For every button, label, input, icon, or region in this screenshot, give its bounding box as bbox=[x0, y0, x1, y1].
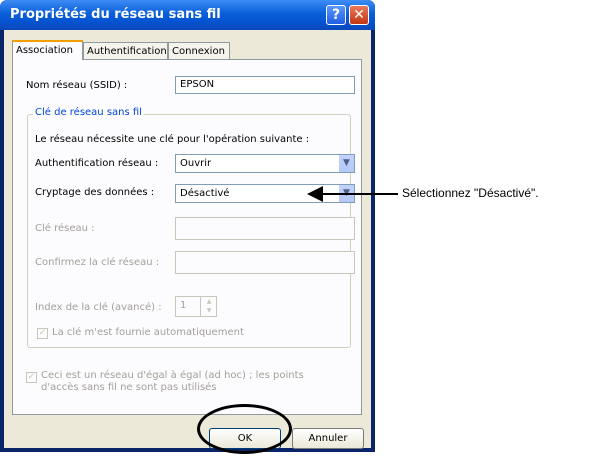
key-input[interactable] bbox=[175, 217, 355, 240]
checkmark-icon: ✓ bbox=[27, 372, 36, 382]
close-button[interactable]: ✕ bbox=[349, 5, 369, 25]
group-legend: Clé de réseau sans fil bbox=[33, 107, 144, 118]
association-panel: Nom réseau (SSID) : EPSON Clé de réseau … bbox=[12, 59, 362, 415]
adhoc-checkbox[interactable]: ✓ bbox=[26, 372, 37, 383]
cancel-button[interactable]: Annuler bbox=[292, 428, 364, 449]
auto-key-label: La clé m'est fournie automatiquement bbox=[52, 327, 244, 338]
adhoc-label: Ceci est un réseau d'égal à égal (ad hoc… bbox=[41, 370, 304, 393]
key-index-value: 1 bbox=[180, 300, 187, 311]
confirm-key-input[interactable] bbox=[175, 251, 355, 274]
spin-buttons[interactable]: ▲ ▼ bbox=[200, 297, 217, 316]
crypt-select-value: Désactivé bbox=[180, 188, 230, 199]
key-index-stepper[interactable]: 1 ▲ ▼ bbox=[175, 296, 217, 317]
spin-up-icon[interactable]: ▲ bbox=[201, 297, 217, 306]
help-button[interactable]: ? bbox=[326, 5, 346, 25]
tab-authentification[interactable]: Authentification bbox=[83, 42, 168, 59]
key-intro-text: Le réseau nécessite une clé pour l'opéra… bbox=[35, 134, 310, 145]
dialog-window: Propriétés du réseau sans fil ? ✕ Associ… bbox=[0, 0, 375, 452]
ok-highlight-oval bbox=[197, 404, 292, 454]
callout-text: Sélectionnez "Désactivé". bbox=[402, 186, 539, 200]
title-bar: Propriétés du réseau sans fil ? ✕ bbox=[0, 0, 375, 30]
spin-down-icon[interactable]: ▼ bbox=[201, 306, 217, 315]
auto-key-checkbox[interactable]: ✓ bbox=[37, 328, 48, 339]
auth-label: Authentification réseau : bbox=[35, 158, 159, 169]
confirm-key-label: Confirmez la clé réseau : bbox=[35, 257, 160, 268]
window-title: Propriétés du réseau sans fil bbox=[10, 7, 221, 22]
ssid-input[interactable]: EPSON bbox=[175, 76, 355, 94]
callout-arrow-line bbox=[320, 193, 398, 195]
ssid-label: Nom réseau (SSID) : bbox=[26, 80, 128, 91]
dialog-body: Association Authentification Connexion N… bbox=[4, 30, 371, 449]
auth-select-value: Ouvrir bbox=[180, 158, 212, 169]
key-label: Clé réseau : bbox=[35, 223, 95, 234]
key-index-label: Index de la clé (avancé) : bbox=[35, 302, 162, 313]
chevron-down-icon[interactable]: ▼ bbox=[338, 155, 354, 172]
tab-association[interactable]: Association bbox=[12, 40, 83, 60]
auth-select[interactable]: Ouvrir ▼ bbox=[175, 154, 355, 173]
tab-connexion[interactable]: Connexion bbox=[168, 42, 230, 59]
crypt-label: Cryptage des données : bbox=[35, 187, 155, 198]
checkmark-icon: ✓ bbox=[38, 328, 47, 338]
